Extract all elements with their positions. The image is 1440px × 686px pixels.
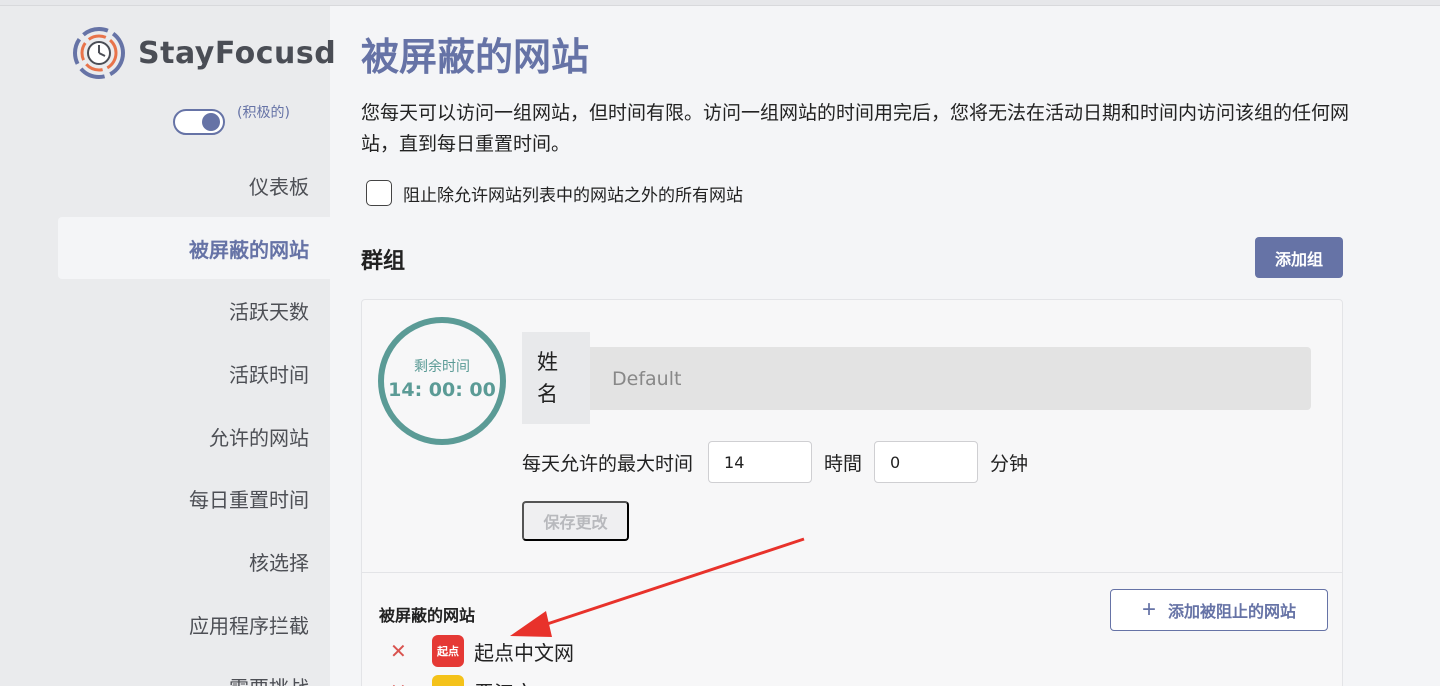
time-remaining-ring: 剩余时间 14: 00: 00 [378, 317, 506, 445]
clock-logo-icon [73, 27, 125, 79]
page-description: 您每天可以访问一组网站，但时间有限。访问一组网站的时间用完后，您将无法在活动日期… [361, 102, 1350, 155]
section-divider [362, 572, 1342, 573]
groups-heading: 群组 [361, 249, 406, 274]
add-group-button[interactable]: 添加组 [1255, 237, 1343, 278]
page-title: 被屏蔽的网站 [361, 35, 590, 79]
blocked-site-row: ✕ 晋江文 [390, 675, 534, 686]
allowlist-only-option[interactable]: 阻止除允许网站列表中的网站之外的所有网站 [366, 180, 743, 206]
sidebar-item-require-challenge[interactable]: 需要挑战 [58, 656, 330, 686]
sidebar-item-allowed-sites[interactable]: 允许的网站 [58, 405, 330, 468]
hours-unit: 時間 [824, 452, 863, 475]
sidebar-item-daily-reset[interactable]: 每日重置时间 [58, 467, 330, 530]
sidebar: StayFocusd (积极的) 仪表板 被屏蔽的网站 活跃天数 活跃时间 允许… [0, 6, 336, 686]
plus-icon: + [1141, 596, 1156, 623]
time-remaining-value: 14: 00: 00 [388, 379, 496, 401]
minutes-unit: 分钟 [990, 452, 1029, 475]
active-toggle[interactable] [173, 109, 225, 135]
add-blocked-site-button[interactable]: + 添加被阻止的网站 [1110, 589, 1328, 631]
hours-input[interactable]: 14 [708, 441, 813, 483]
group-name-label: 姓名 [522, 332, 590, 424]
site-name: 起点中文网 [474, 640, 574, 665]
allowlist-only-checkbox[interactable] [366, 180, 392, 206]
toggle-knob [202, 113, 220, 131]
site-favicon: 起点 [432, 635, 464, 667]
blocked-site-row: ✕ 起点 起点中文网 [390, 635, 574, 667]
sidebar-item-dashboard[interactable]: 仪表板 [58, 154, 330, 217]
time-remaining-label: 剩余时间 [414, 359, 470, 375]
add-blocked-site-label: 添加被阻止的网站 [1168, 604, 1297, 621]
app-name: StayFocusd [138, 35, 337, 71]
sidebar-item-nuclear-option[interactable]: 核选择 [58, 530, 330, 593]
sidebar-item-active-days[interactable]: 活跃天数 [58, 279, 330, 342]
minutes-input[interactable]: 0 [874, 441, 979, 483]
sidebar-item-blocked-sites[interactable]: 被屏蔽的网站 [58, 216, 330, 280]
app-logo[interactable]: StayFocusd [72, 26, 336, 80]
remove-site-icon[interactable]: ✕ [390, 679, 410, 686]
sidebar-item-active-hours[interactable]: 活跃时间 [58, 342, 330, 405]
group-name-input[interactable]: Default [590, 347, 1311, 410]
sidebar-item-app-blocking[interactable]: 应用程序拦截 [58, 593, 330, 656]
max-time-label: 每天允许的最大时间 [522, 452, 694, 475]
save-changes-button[interactable]: 保存更改 [522, 501, 629, 541]
toggle-status-label: (积极的) [237, 105, 290, 121]
site-name: 晋江文 [474, 677, 534, 686]
group-card: 剩余时间 14: 00: 00 姓名 Default 每天允许的最大时间 14 … [361, 299, 1343, 686]
site-favicon [432, 675, 464, 686]
sidebar-nav: 仪表板 被屏蔽的网站 活跃天数 活跃时间 允许的网站 每日重置时间 核选择 应用… [58, 154, 330, 686]
max-time-row: 每天允许的最大时间 14 時間 0 分钟 [522, 441, 1040, 483]
blocked-sites-heading: 被屏蔽的网站 [379, 606, 476, 625]
allowlist-only-label: 阻止除允许网站列表中的网站之外的所有网站 [403, 185, 743, 206]
remove-site-icon[interactable]: ✕ [390, 639, 410, 663]
